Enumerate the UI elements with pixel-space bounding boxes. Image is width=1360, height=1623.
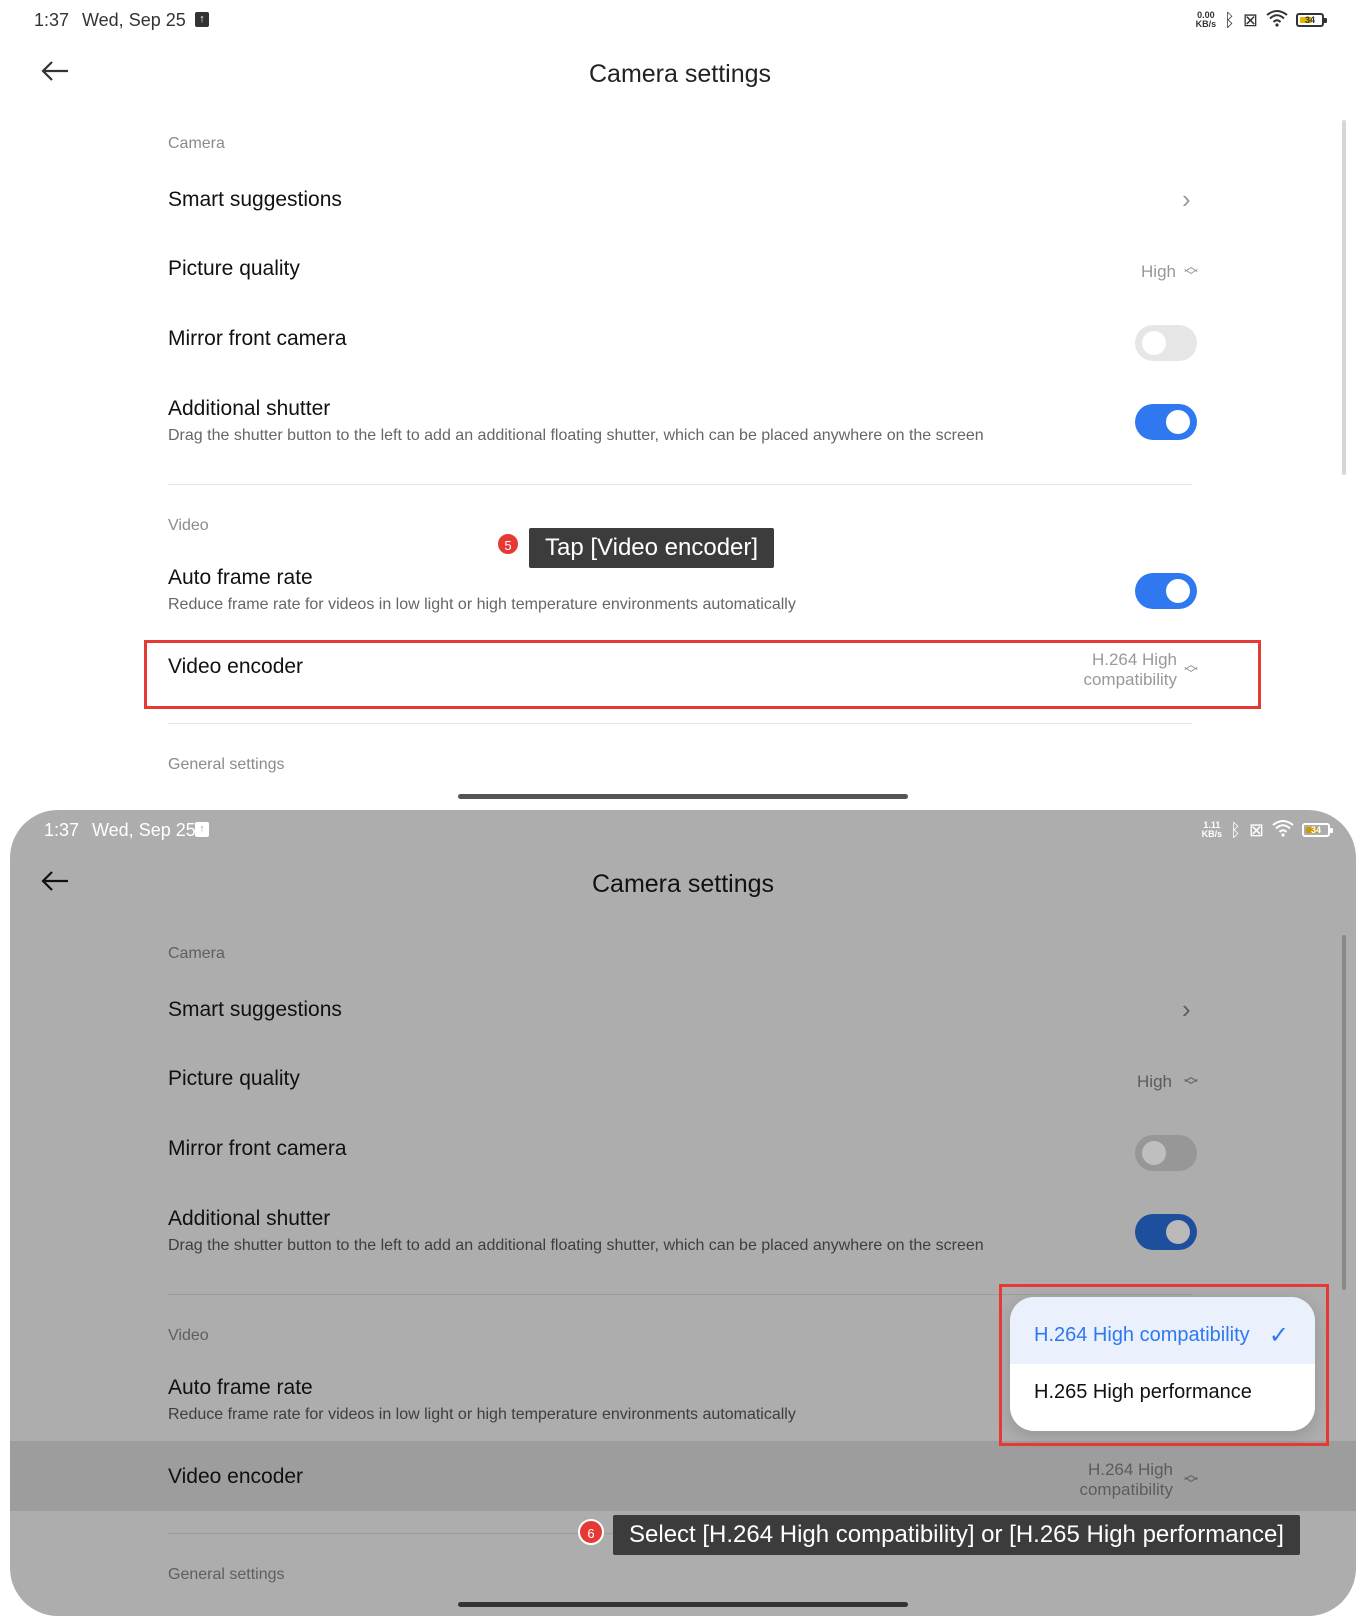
up-down-chevron-icon: ︿ ﹀ xyxy=(1184,258,1198,284)
section-header-camera: Camera xyxy=(168,135,225,152)
setting-label: Mirror front camera xyxy=(168,1137,347,1160)
setting-value: H.264 High compatibility xyxy=(1079,1460,1173,1500)
network-speed-unit: KB/s xyxy=(1195,19,1217,29)
setting-description: Drag the shutter button to the left to a… xyxy=(168,427,984,444)
setting-label: Additional shutter xyxy=(168,397,331,420)
status-date: Wed, Sep 25 xyxy=(92,820,196,840)
page-title: Camera settings xyxy=(591,870,775,898)
chevron-right-icon: › xyxy=(1182,994,1191,1024)
network-speed: 0.00 KB/s xyxy=(1196,11,1217,29)
battery-icon: 34 xyxy=(1296,13,1327,27)
upload-notification-icon: ↑ xyxy=(195,12,209,27)
setting-description: Drag the shutter button to the left to a… xyxy=(168,1237,984,1254)
battery-icon: 34 xyxy=(1302,823,1333,837)
battery-level: 34 xyxy=(1310,825,1321,835)
setting-description: Reduce frame rate for videos in low ligh… xyxy=(168,1406,796,1423)
section-header-video: Video xyxy=(168,1327,209,1344)
scrollbar[interactable] xyxy=(1342,120,1346,475)
status-date: Wed, Sep 25 xyxy=(82,10,186,30)
battery-level: 34 xyxy=(1304,15,1315,25)
network-speed-unit: KB/s xyxy=(1201,829,1223,839)
wifi-icon xyxy=(1272,819,1294,841)
setting-label: Picture quality xyxy=(168,1067,300,1090)
setting-label: Auto frame rate xyxy=(168,1376,313,1399)
setting-label: Additional shutter xyxy=(168,1207,331,1230)
section-header-camera: Camera xyxy=(168,945,225,962)
status-time: 1:37 xyxy=(34,10,70,30)
mirror-front-camera-toggle[interactable] xyxy=(1135,1135,1197,1171)
page-title: Camera settings xyxy=(588,60,772,88)
setting-value: High xyxy=(1137,1072,1172,1091)
instruction-callout-5: Tap [Video encoder] xyxy=(529,528,775,568)
no-sim-icon: ⊠ xyxy=(1248,820,1264,840)
screenshot-step-6: 1:37 Wed, Sep 25 ↑ 1.11 KB/s ᛒ ⊠ 34 Came… xyxy=(10,810,1356,1616)
up-down-chevron-icon: ︿ ﹀ xyxy=(1184,1068,1198,1094)
auto-frame-rate-toggle[interactable] xyxy=(1135,573,1197,609)
setting-description: Reduce frame rate for videos in low ligh… xyxy=(168,596,796,613)
setting-label: Video encoder xyxy=(168,1465,304,1488)
status-time: 1:37 xyxy=(44,820,80,840)
setting-label: Picture quality xyxy=(168,257,300,280)
highlight-box-video-encoder xyxy=(144,640,1261,709)
setting-label: Mirror front camera xyxy=(168,327,347,350)
divider xyxy=(168,723,1192,724)
divider xyxy=(168,484,1192,485)
step-badge-5: 5 xyxy=(496,532,520,556)
no-sim-icon: ⊠ xyxy=(1242,10,1258,30)
status-icons: 1.11 KB/s ᛒ ⊠ 34 xyxy=(1202,819,1333,841)
upload-notification-icon: ↑ xyxy=(195,822,209,837)
section-header-video: Video xyxy=(168,517,209,534)
step-badge-6: 6 xyxy=(578,1519,604,1545)
wifi-icon xyxy=(1266,9,1288,31)
network-speed: 1.11 KB/s xyxy=(1202,821,1223,839)
setting-value: High xyxy=(1141,262,1176,281)
additional-shutter-toggle[interactable] xyxy=(1135,404,1197,440)
scrollbar[interactable] xyxy=(1342,935,1346,1290)
setting-label: Smart suggestions xyxy=(168,188,342,211)
additional-shutter-toggle[interactable] xyxy=(1135,1214,1197,1250)
setting-value-line-2: compatibility xyxy=(1079,1480,1173,1499)
bluetooth-icon: ᛒ xyxy=(1224,10,1235,30)
section-header-general: General settings xyxy=(168,756,285,773)
mirror-front-camera-toggle[interactable] xyxy=(1135,325,1197,361)
setting-label: Auto frame rate xyxy=(168,566,313,589)
screenshot-step-5: 1:37 Wed, Sep 25 ↑ 0.00 KB/s ᛒ ⊠ 34 Came… xyxy=(0,0,1360,810)
setting-value-line-1: H.264 High xyxy=(1087,1460,1173,1479)
up-down-chevron-icon: ︿ ﹀ xyxy=(1184,1466,1198,1492)
section-header-general: General settings xyxy=(168,1566,285,1583)
bluetooth-icon: ᛒ xyxy=(1230,820,1241,840)
home-indicator[interactable] xyxy=(458,794,908,799)
home-indicator[interactable] xyxy=(458,1602,908,1607)
highlight-box-encoder-options xyxy=(999,1284,1329,1446)
status-icons: 0.00 KB/s ᛒ ⊠ 34 xyxy=(1196,9,1327,31)
setting-label: Smart suggestions xyxy=(168,998,342,1021)
status-bar: 1:37 Wed, Sep 25 ↑ 0.00 KB/s ᛒ ⊠ 34 xyxy=(0,0,1360,46)
status-bar: 1:37 Wed, Sep 25 ↑ 1.11 KB/s ᛒ ⊠ 34 xyxy=(10,810,1356,856)
instruction-callout-6: Select [H.264 High compatibility] or [H.… xyxy=(613,1515,1300,1555)
chevron-right-icon: › xyxy=(1182,184,1191,214)
